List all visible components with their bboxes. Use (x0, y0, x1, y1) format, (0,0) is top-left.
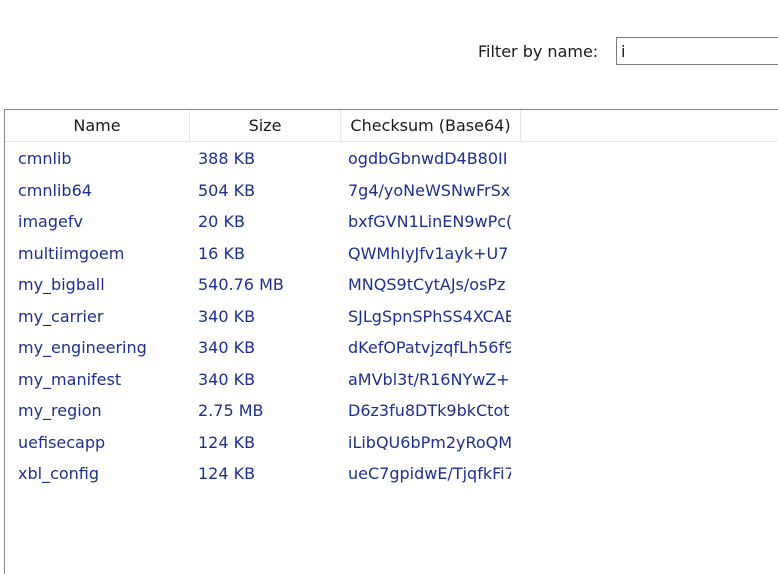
filter-input[interactable] (616, 37, 778, 65)
row-size: 2.75 MB (198, 401, 264, 420)
row-checksum: MNQS9tCytAJs/osPz (348, 275, 506, 294)
list-row[interactable]: my_carrier 340 KB SJLgSpnSPhSS4XCAE (5, 301, 778, 333)
row-name: xbl_config (18, 464, 100, 483)
row-size: 16 KB (198, 243, 245, 263)
row-size: 340 KB (198, 338, 256, 357)
row-size: 340 KB (198, 369, 256, 389)
list-row[interactable]: multiimgoem 16 KB QWMhIyJfv1ayk+U7 (5, 238, 778, 270)
list-row[interactable]: my_manifest 340 KB aMVbl3t/R16NYwZ+ (5, 364, 778, 396)
row-size: 540.76 MB (198, 275, 284, 294)
column-header-size[interactable]: Size (190, 110, 341, 142)
list-row[interactable]: xbl_config 124 KB ueC7gpidwE/TjqfkFi7 (5, 458, 778, 490)
row-name: my_carrier (18, 306, 104, 326)
list-row[interactable]: my_bigball 540.76 MB MNQS9tCytAJs/osPz (5, 269, 778, 301)
row-size: 20 KB (198, 212, 245, 231)
row-checksum: 7g4/yoNeWSNwFrSx (348, 180, 511, 200)
list-row[interactable]: my_region 2.75 MB D6z3fu8DTk9bkCtotI (5, 395, 778, 427)
list-header: Name Size Checksum (Base64) (5, 110, 778, 142)
row-checksum: ogdbGbnwdD4B80II (348, 149, 508, 168)
row-checksum: SJLgSpnSPhSS4XCAE (348, 306, 511, 326)
list-row[interactable]: cmnlib 388 KB ogdbGbnwdD4B80II (5, 143, 778, 175)
row-name: cmnlib64 (18, 180, 92, 200)
list-row[interactable]: imagefv 20 KB bxfGVN1LinEN9wPc( (5, 206, 778, 238)
column-header-checksum[interactable]: Checksum (Base64) (341, 110, 521, 142)
row-name: imagefv (18, 212, 83, 231)
row-checksum: aMVbl3t/R16NYwZ+ (348, 369, 510, 389)
row-name: my_bigball (18, 275, 105, 294)
row-checksum: bxfGVN1LinEN9wPc( (348, 212, 511, 231)
filter-label: Filter by name: (478, 42, 599, 61)
file-list-view[interactable]: Name Size Checksum (Base64) cmnlib 388 K… (4, 109, 778, 574)
row-checksum: QWMhIyJfv1ayk+U7 (348, 243, 509, 263)
row-name: cmnlib (18, 149, 72, 168)
column-header-name[interactable]: Name (5, 110, 190, 142)
row-checksum: iLibQU6bPm2yRoQM (348, 432, 511, 452)
list-rows: cmnlib 388 KB ogdbGbnwdD4B80II cmnlib64 … (5, 143, 778, 490)
list-row[interactable]: cmnlib64 504 KB 7g4/yoNeWSNwFrSx (5, 175, 778, 207)
row-size: 504 KB (198, 180, 256, 200)
row-checksum: D6z3fu8DTk9bkCtotI (348, 401, 511, 420)
row-size: 124 KB (198, 464, 256, 483)
row-size: 124 KB (198, 432, 256, 452)
list-row[interactable]: uefisecapp 124 KB iLibQU6bPm2yRoQM (5, 427, 778, 459)
row-name: my_engineering (18, 338, 147, 357)
list-row[interactable]: my_engineering 340 KB dKefOPatvjzqfLh56f… (5, 332, 778, 364)
row-name: uefisecapp (18, 432, 106, 452)
header-filler (521, 110, 778, 142)
row-size: 340 KB (198, 306, 256, 326)
row-checksum: ueC7gpidwE/TjqfkFi7 (348, 464, 511, 483)
row-checksum: dKefOPatvjzqfLh56f9 (348, 338, 511, 357)
app-window: Filter by name: Name Size Checksum (Base… (0, 0, 778, 574)
row-size: 388 KB (198, 149, 256, 168)
row-name: my_manifest (18, 369, 122, 389)
row-name: multiimgoem (18, 243, 125, 263)
row-name: my_region (18, 401, 102, 420)
